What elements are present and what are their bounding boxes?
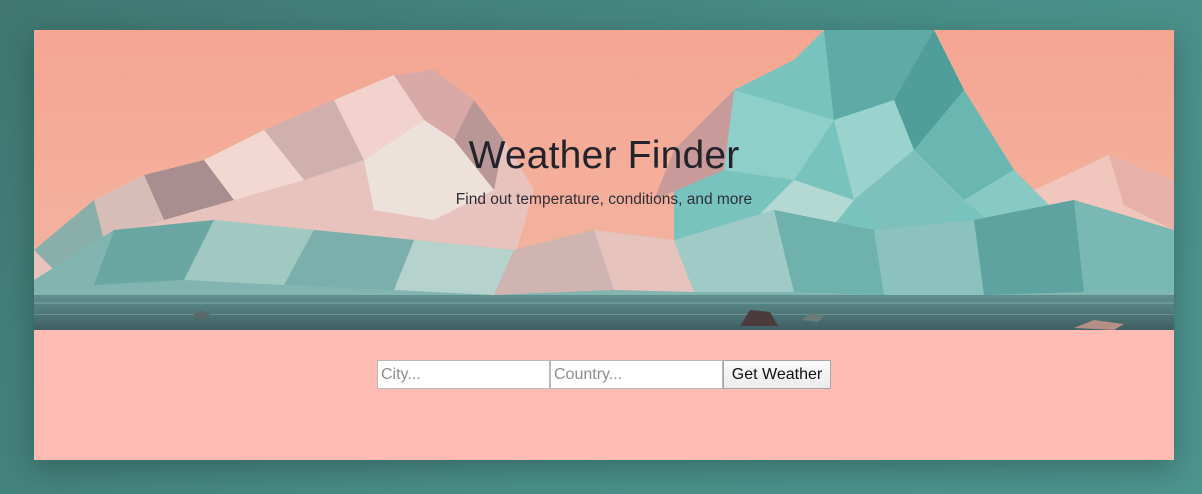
weather-search-form: Get Weather	[377, 360, 831, 389]
country-input[interactable]	[550, 360, 723, 389]
city-input[interactable]	[377, 360, 550, 389]
page-subtitle: Find out temperature, conditions, and mo…	[455, 191, 753, 208]
weather-app-card: Weather Finder Find out temperature, con…	[34, 30, 1174, 460]
hero-banner: Weather Finder Find out temperature, con…	[34, 30, 1174, 330]
get-weather-button[interactable]: Get Weather	[723, 360, 831, 389]
page-title: Weather Finder	[468, 134, 740, 177]
hero-text-overlay: Weather Finder Find out temperature, con…	[34, 30, 1174, 330]
